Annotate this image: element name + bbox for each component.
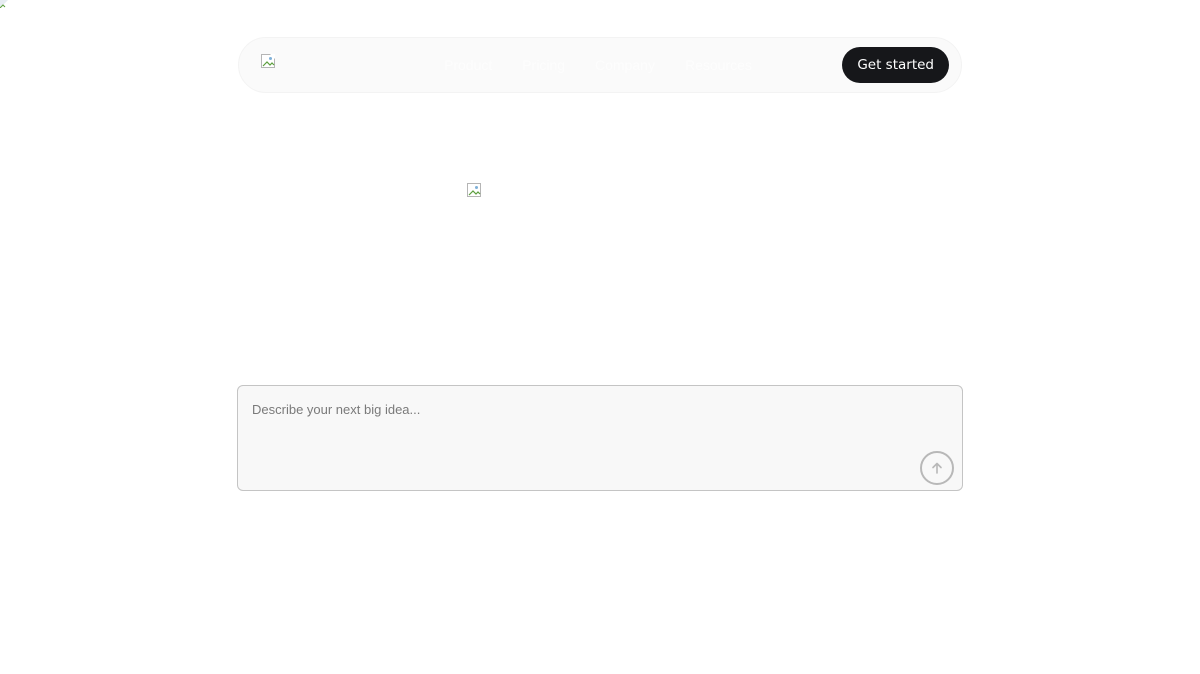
get-started-button[interactable]: Get started: [842, 47, 949, 83]
logo-broken-image-icon[interactable]: [261, 54, 277, 70]
nav-links: Product Pricing Company Resources: [444, 57, 752, 73]
idea-prompt-input[interactable]: [238, 386, 962, 490]
nav-link-company[interactable]: Company: [595, 57, 655, 73]
navbar: Product Pricing Company Resources Get st…: [238, 37, 962, 93]
nav-link-resources[interactable]: Resources: [685, 57, 752, 73]
prompt-box: [237, 385, 963, 491]
nav-link-pricing[interactable]: Pricing: [522, 57, 565, 73]
page: Product Pricing Company Resources Get st…: [0, 0, 1200, 674]
hero-broken-image-icon: [467, 183, 483, 199]
arrow-up-icon: [930, 461, 944, 475]
corner-broken-image-icon: [0, 0, 8, 8]
nav-link-product[interactable]: Product: [444, 57, 492, 73]
submit-button[interactable]: [920, 451, 954, 485]
